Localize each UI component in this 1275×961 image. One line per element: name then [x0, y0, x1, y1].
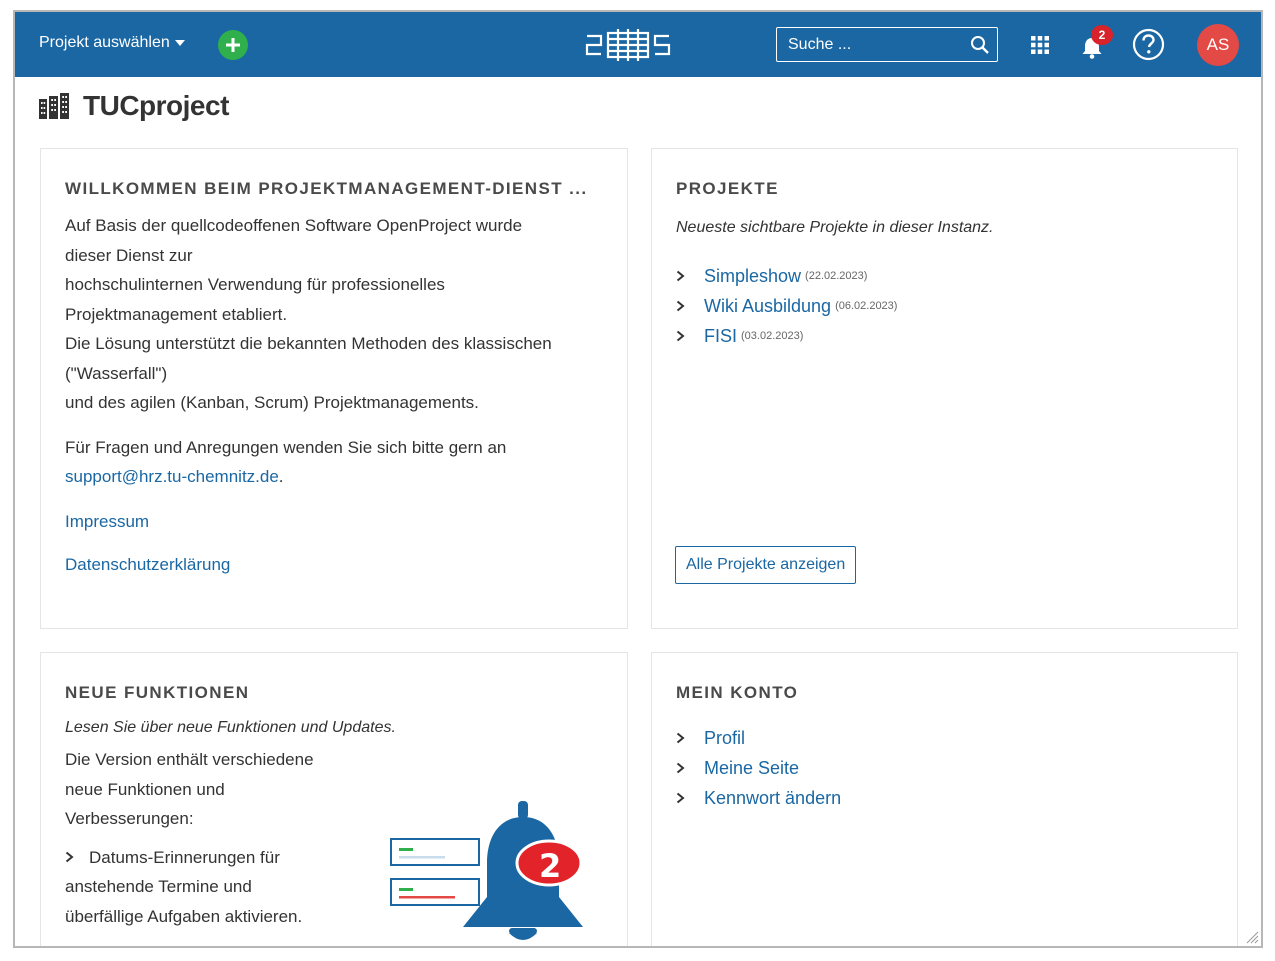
all-projects-button[interactable]: Alle Projekte anzeigen	[675, 546, 857, 584]
project-select-dropdown[interactable]: Projekt auswählen	[39, 34, 185, 52]
contact-suffix: .	[278, 467, 284, 486]
project-select-label: Projekt auswählen	[39, 34, 170, 51]
search-icon[interactable]	[963, 29, 997, 61]
project-date: (06.02.2023)	[835, 300, 898, 312]
plus-icon	[226, 38, 240, 52]
welcome-line: dieser Dienst zur	[65, 245, 193, 265]
chevron-right-icon	[676, 732, 690, 744]
welcome-description: Auf Basis der quellcodeoffenen Software …	[65, 211, 603, 418]
list-item: Kennwort ändern	[676, 783, 1213, 813]
intro-line: Die Version enthält verschiedene	[65, 750, 314, 769]
add-project-button[interactable]	[218, 30, 248, 60]
intro-line: neue Funktionen und	[65, 779, 225, 799]
chevron-right-icon	[676, 330, 690, 342]
top-navigation-bar: Projekt auswählen Suche ... 2 AS	[15, 12, 1261, 77]
feature-line: Datums-Erinnerungen für	[89, 847, 280, 867]
support-email-link[interactable]: support@hrz.tu-chemnitz.de	[65, 467, 279, 486]
project-date: (03.02.2023)	[741, 330, 804, 342]
new-features-heading: NEUE FUNKTIONEN	[65, 683, 250, 702]
welcome-line: Projektmanagement etabliert.	[65, 304, 288, 324]
my-account-heading: MEIN KONTO	[676, 683, 799, 702]
welcome-line: hochschulinternen Verwendung für profess…	[65, 275, 445, 294]
project-link-simpleshow[interactable]: Simpleshow	[704, 266, 801, 287]
impressum-link[interactable]: Impressum	[65, 512, 149, 531]
caret-down-icon	[174, 40, 185, 46]
search-input[interactable]: Suche ...	[788, 36, 963, 54]
list-item: Wiki Ausbildung (06.02.2023)	[676, 291, 1213, 321]
welcome-heading: WILLKOMMEN BEIM PROJEKTMANAGEMENT-DIENST…	[65, 179, 588, 198]
project-date: (22.02.2023)	[805, 270, 868, 282]
list-item: FISI (03.02.2023)	[676, 321, 1213, 351]
illustration-badge-count: 2	[539, 847, 562, 885]
projects-subtitle: Neueste sichtbare Projekte in dieser Ins…	[676, 219, 994, 236]
change-password-link[interactable]: Kennwort ändern	[704, 788, 841, 809]
chevron-right-icon	[676, 762, 690, 774]
resize-grip-icon[interactable]	[1243, 928, 1259, 944]
page-title-row: TUCproject	[39, 90, 229, 122]
projects-widget: PROJEKTE Neueste sichtbare Projekte in d…	[651, 148, 1238, 629]
list-item: Profil	[676, 723, 1213, 753]
chevron-right-icon	[676, 792, 690, 804]
project-link-wiki-ausbildung[interactable]: Wiki Ausbildung	[704, 296, 831, 317]
welcome-widget: WILLKOMMEN BEIM PROJEKTMANAGEMENT-DIENST…	[40, 148, 628, 629]
modules-grid-icon[interactable]	[1031, 36, 1049, 54]
welcome-contact: Für Fragen und Anregungen wenden Sie sic…	[65, 433, 603, 492]
privacy-link[interactable]: Datenschutzerklärung	[65, 555, 230, 574]
welcome-line: und des agilen (Kanban, Scrum) Projektma…	[65, 393, 479, 412]
projects-list: Simpleshow (22.02.2023) Wiki Ausbildung …	[676, 261, 1213, 351]
page-title: TUCproject	[83, 90, 229, 121]
new-features-widget: NEUE FUNKTIONEN Lesen Sie über neue Funk…	[40, 652, 628, 946]
new-features-subtitle: Lesen Sie über neue Funktionen und Updat…	[65, 719, 396, 736]
chevron-right-icon	[676, 270, 690, 282]
welcome-line: Die Lösung unterstützt die bekannten Met…	[65, 334, 552, 353]
chevron-right-icon	[676, 300, 690, 312]
welcome-line: ("Wasserfall")	[65, 363, 168, 383]
help-icon[interactable]	[1132, 28, 1165, 61]
project-link-fisi[interactable]: FISI	[704, 326, 737, 347]
search-field[interactable]: Suche ...	[776, 27, 998, 62]
profile-link[interactable]: Profil	[704, 728, 745, 749]
user-avatar[interactable]: AS	[1197, 24, 1239, 66]
building-icon	[39, 93, 69, 119]
app-window: Projekt auswählen Suche ... 2 AS TUCproj…	[13, 10, 1263, 948]
contact-text: Für Fragen und Anregungen wenden Sie sic…	[65, 437, 507, 457]
home-logo[interactable]	[585, 27, 671, 63]
welcome-line: Auf Basis der quellcodeoffenen Software …	[65, 216, 523, 235]
projects-heading: PROJEKTE	[676, 179, 779, 198]
notification-count-badge: 2	[1091, 25, 1113, 45]
list-item: Meine Seite	[676, 753, 1213, 783]
chevron-right-icon	[65, 851, 79, 863]
list-item: Simpleshow (22.02.2023)	[676, 261, 1213, 291]
my-account-widget: MEIN KONTO Profil Meine Seite Kennwort ä…	[651, 652, 1238, 946]
account-links-list: Profil Meine Seite Kennwort ändern	[676, 723, 1213, 813]
my-page-link[interactable]: Meine Seite	[704, 758, 799, 779]
